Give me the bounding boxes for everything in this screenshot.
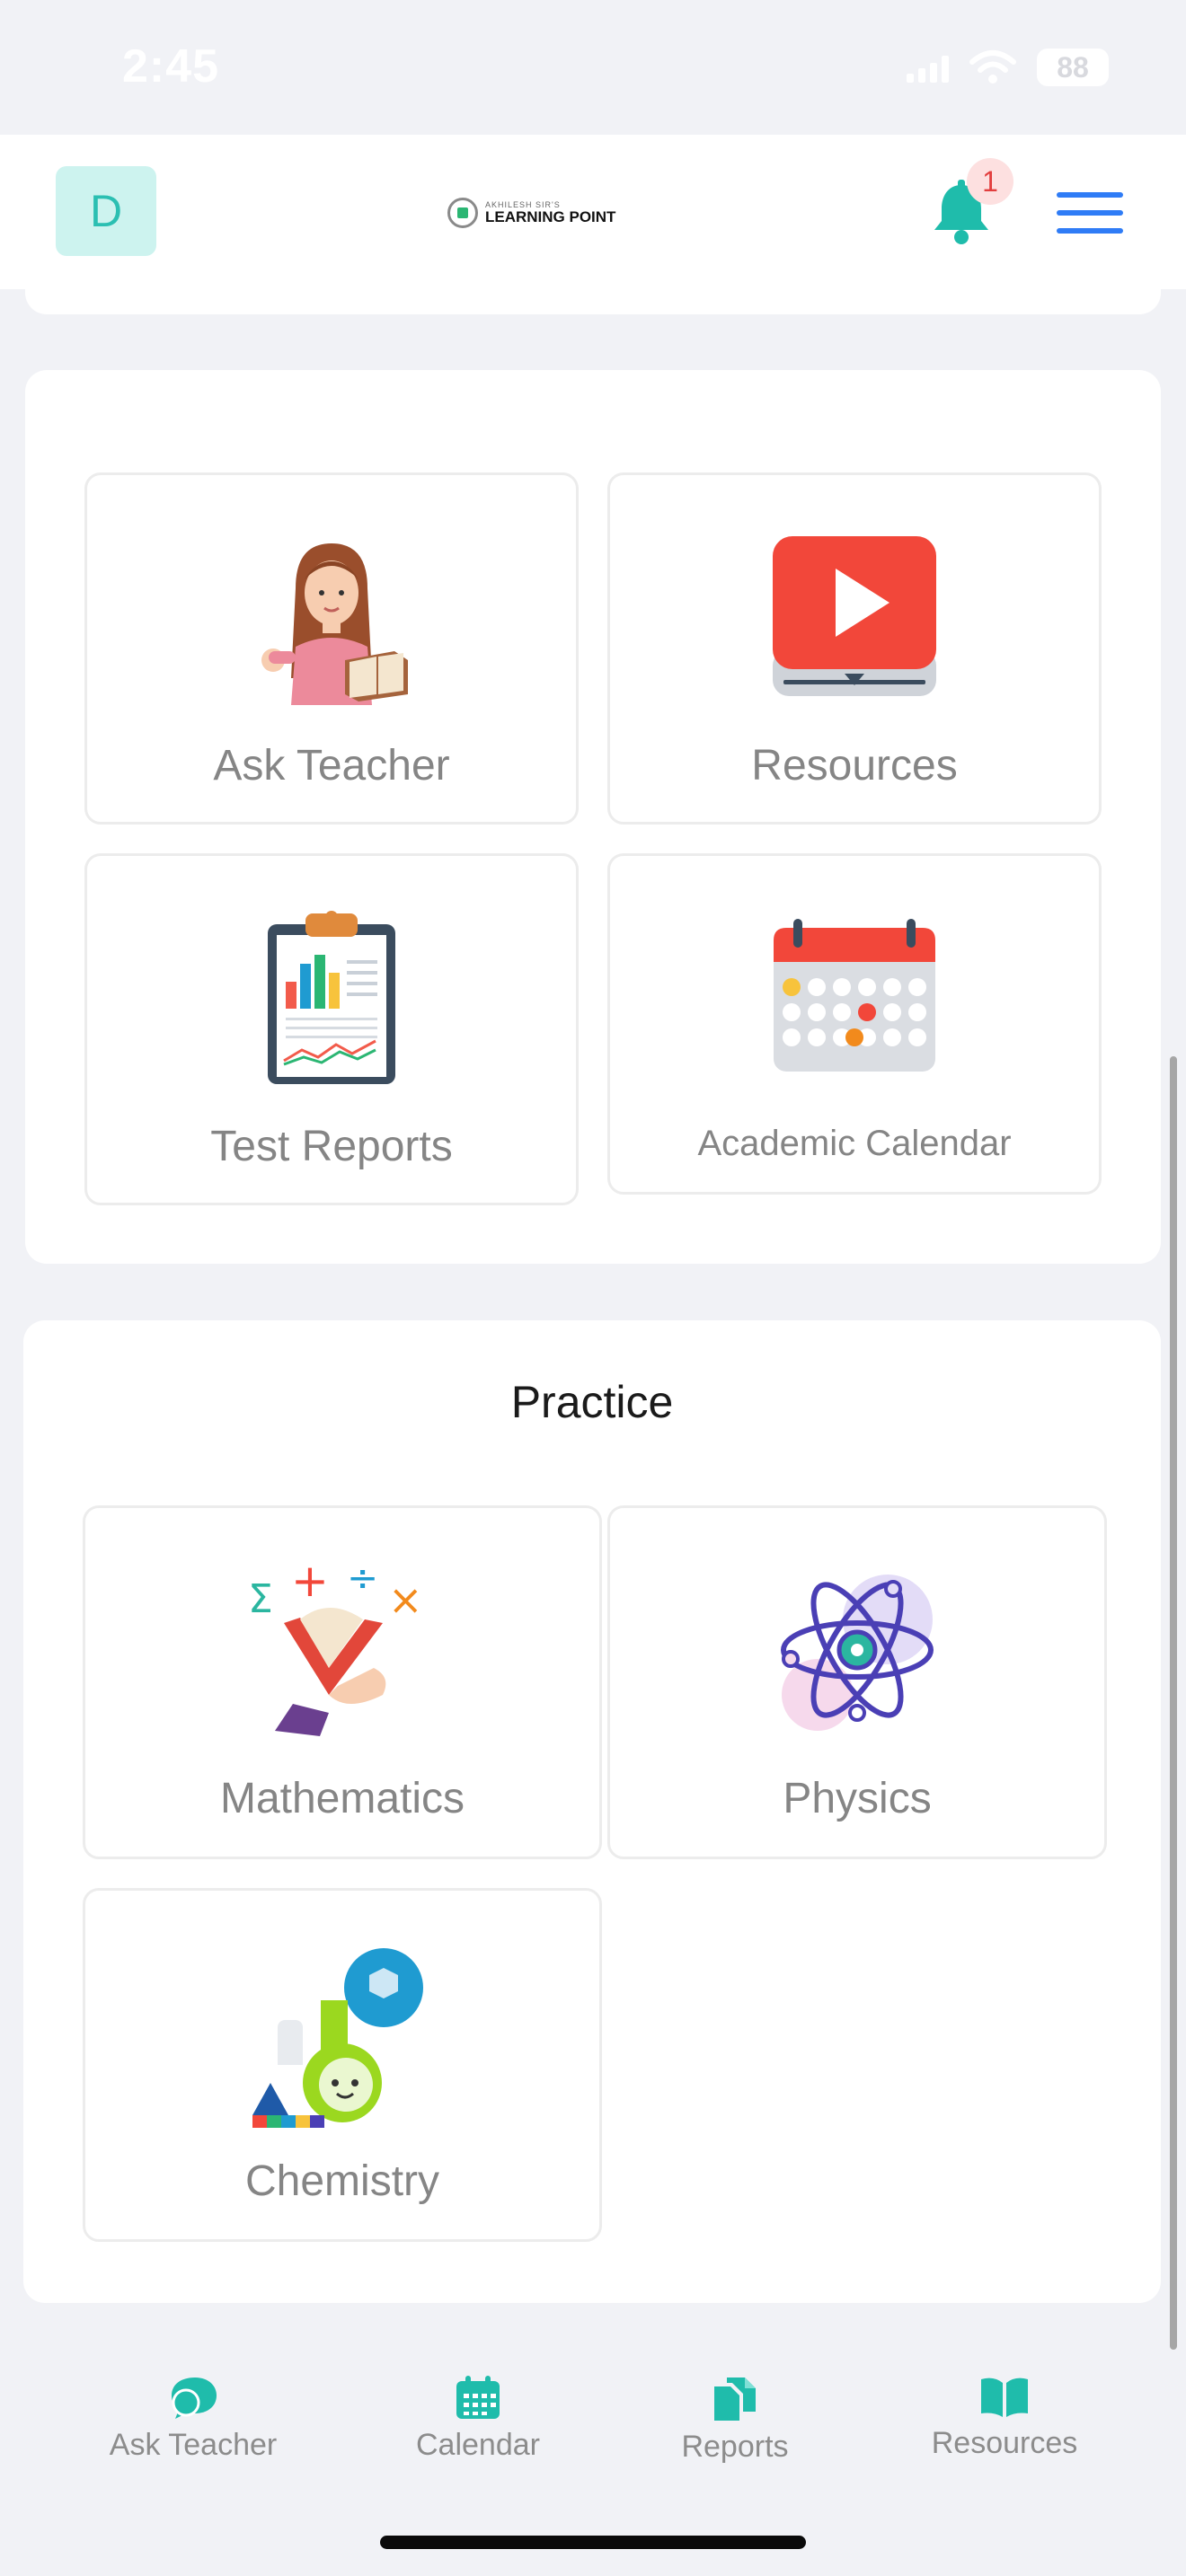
tile-ask-teacher[interactable]: Ask Teacher: [84, 472, 579, 825]
notification-badge: 1: [967, 158, 1013, 205]
signal-icon: [907, 52, 949, 83]
hamburger-menu-icon[interactable]: [1057, 192, 1123, 234]
scrollbar[interactable]: [1170, 1056, 1177, 2350]
tile-label: Ask Teacher: [213, 742, 450, 790]
video-play-icon: [773, 536, 936, 696]
status-bar: 2:45 88: [0, 0, 1186, 135]
svg-text:÷: ÷: [347, 1560, 378, 1600]
open-book-icon: [981, 2378, 1028, 2417]
documents-icon: [714, 2378, 756, 2421]
flask-icon: [252, 1948, 423, 2128]
nav-ask-teacher[interactable]: Ask Teacher: [108, 2376, 279, 2463]
section-title: Practice: [510, 1377, 674, 1427]
logo-title: LEARNING POINT: [485, 208, 616, 225]
tile-chemistry[interactable]: Chemistry: [83, 1888, 602, 2242]
wifi-icon: [969, 50, 1016, 84]
nav-calendar[interactable]: Calendar: [406, 2376, 550, 2463]
nav-label: Ask Teacher: [109, 2428, 278, 2462]
bottom-nav: Ask Teacher Calendar Reports Resources: [0, 2358, 1186, 2492]
svg-text:Σ: Σ: [248, 1576, 273, 1622]
app-header: D AKHILESH SIR'S LEARNING POINT 1: [0, 135, 1186, 289]
svg-text:+: +: [291, 1560, 329, 1607]
quick-links-card: Ask Teacher Resources Test Reports Acade…: [25, 370, 1161, 1264]
teacher-icon: [261, 543, 408, 705]
tile-test-reports[interactable]: Test Reports: [84, 853, 579, 1205]
tile-label: Physics: [783, 1775, 932, 1822]
app-logo: AKHILESH SIR'S LEARNING POINT: [447, 198, 615, 228]
calendar-icon: [456, 2376, 500, 2419]
logo-seal-icon: [447, 198, 478, 228]
nav-resources[interactable]: Resources: [915, 2376, 1094, 2461]
svg-text:×: ×: [388, 1575, 423, 1624]
tile-academic-calendar[interactable]: Academic Calendar: [607, 853, 1102, 1195]
previous-card: [25, 289, 1161, 314]
atom-icon: [781, 1575, 934, 1731]
tile-label: Mathematics: [219, 1775, 465, 1822]
nav-label: Calendar: [416, 2428, 540, 2462]
calendar-icon: [774, 919, 935, 1072]
tile-physics[interactable]: Physics: [607, 1505, 1107, 1859]
home-indicator[interactable]: [380, 2536, 806, 2549]
tile-label: Chemistry: [244, 2157, 440, 2205]
status-icons: 88: [907, 49, 1109, 86]
tile-label: Resources: [751, 742, 958, 790]
clipboard-chart-icon: [268, 911, 395, 1084]
tile-resources[interactable]: Resources: [607, 472, 1102, 825]
nav-label: Reports: [681, 2430, 789, 2464]
practice-card: Practice Σ + ÷ × Mathematics Physics Che…: [23, 1320, 1161, 2303]
nav-reports[interactable]: Reports: [672, 2376, 798, 2465]
nav-label: Resources: [931, 2426, 1078, 2460]
chat-bubble-icon: [172, 2378, 217, 2419]
battery-icon: 88: [1037, 49, 1109, 86]
tile-mathematics[interactable]: Σ + ÷ × Mathematics: [83, 1505, 602, 1859]
tile-label: Test Reports: [210, 1123, 453, 1170]
tile-label: Academic Calendar: [697, 1124, 1012, 1163]
avatar[interactable]: D: [56, 166, 156, 256]
math-book-icon: Σ + ÷ ×: [248, 1560, 423, 1736]
status-time: 2:45: [122, 40, 220, 93]
